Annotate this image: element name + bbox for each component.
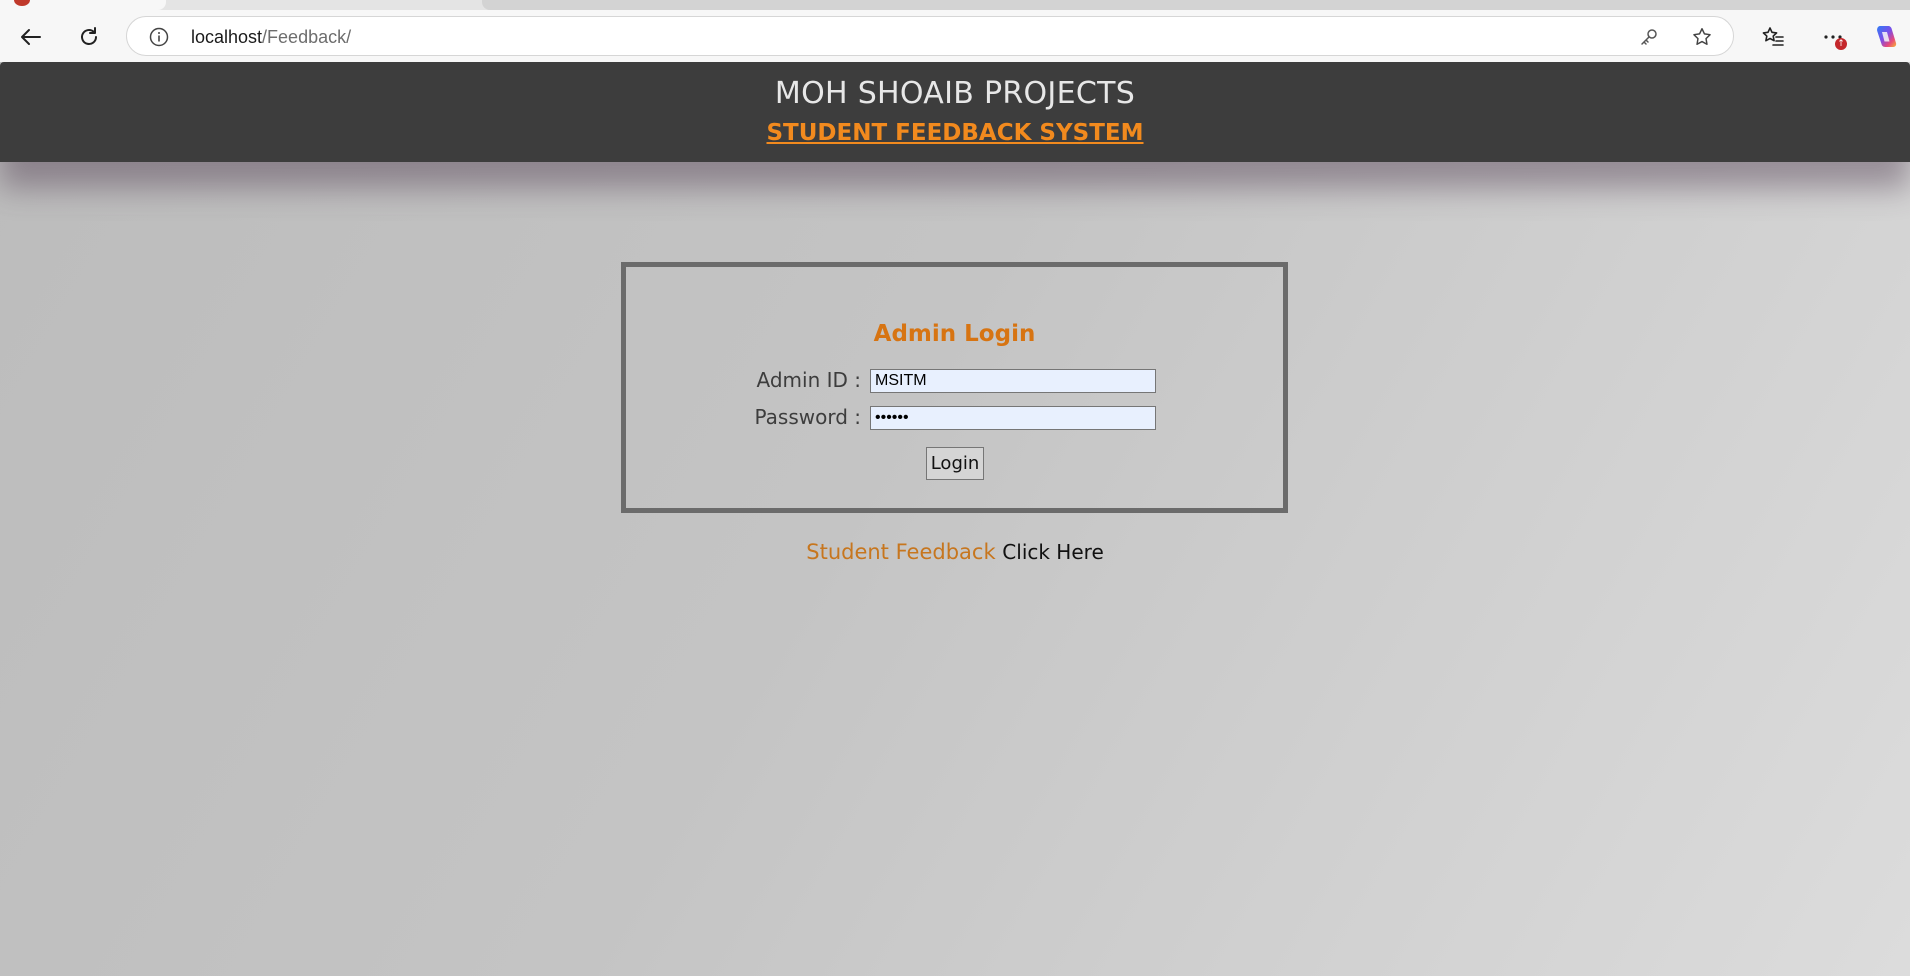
password-input[interactable] [870, 406, 1156, 430]
key-icon[interactable] [1639, 27, 1659, 47]
tab-favicon-icon [14, 0, 30, 6]
favorites-list-icon [1762, 27, 1784, 46]
reload-button[interactable] [70, 18, 108, 56]
info-icon[interactable] [149, 27, 169, 47]
settings-menu-button[interactable]: ↑ [1814, 18, 1852, 56]
favorites-button[interactable] [1754, 18, 1792, 56]
active-tab[interactable] [0, 0, 166, 10]
address-bar[interactable]: localhost/Feedback/ [126, 16, 1734, 56]
tab-strip [0, 0, 1910, 10]
url-path: /Feedback/ [262, 27, 352, 47]
login-button[interactable]: Login [926, 447, 984, 480]
login-heading: Admin Login [873, 321, 1036, 347]
tab-strip-background [482, 0, 1910, 10]
star-icon[interactable] [1691, 26, 1713, 48]
browser-toolbar: localhost/Feedback/ ↑ [0, 10, 1910, 62]
site-title: MOH SHOAIB PROJECTS [774, 76, 1136, 111]
update-badge-icon: ↑ [1835, 38, 1847, 50]
back-arrow-icon [21, 29, 41, 45]
url-text[interactable]: localhost/Feedback/ [191, 27, 351, 48]
copilot-button[interactable] [1866, 18, 1904, 56]
password-label: Password : [754, 405, 861, 429]
site-subtitle-link[interactable]: STUDENT FEEDBACK SYSTEM [0, 120, 1910, 146]
click-here-link[interactable]: Click Here [1002, 540, 1103, 564]
student-feedback-text: Student Feedback [806, 540, 996, 564]
admin-login-box: Admin Login Admin ID : Password : Login [621, 262, 1288, 513]
student-feedback-row: Student Feedback Click Here [0, 540, 1910, 564]
site-header: MOH SHOAIB PROJECTS STUDENT FEEDBACK SYS… [0, 62, 1910, 162]
url-host: localhost [191, 27, 263, 47]
admin-id-label: Admin ID : [756, 368, 862, 392]
back-button[interactable] [12, 18, 50, 56]
copilot-icon [1877, 26, 1897, 47]
reload-icon [81, 27, 97, 45]
admin-id-input[interactable] [870, 369, 1156, 393]
page-viewport: MOH SHOAIB PROJECTS STUDENT FEEDBACK SYS… [0, 62, 1910, 976]
